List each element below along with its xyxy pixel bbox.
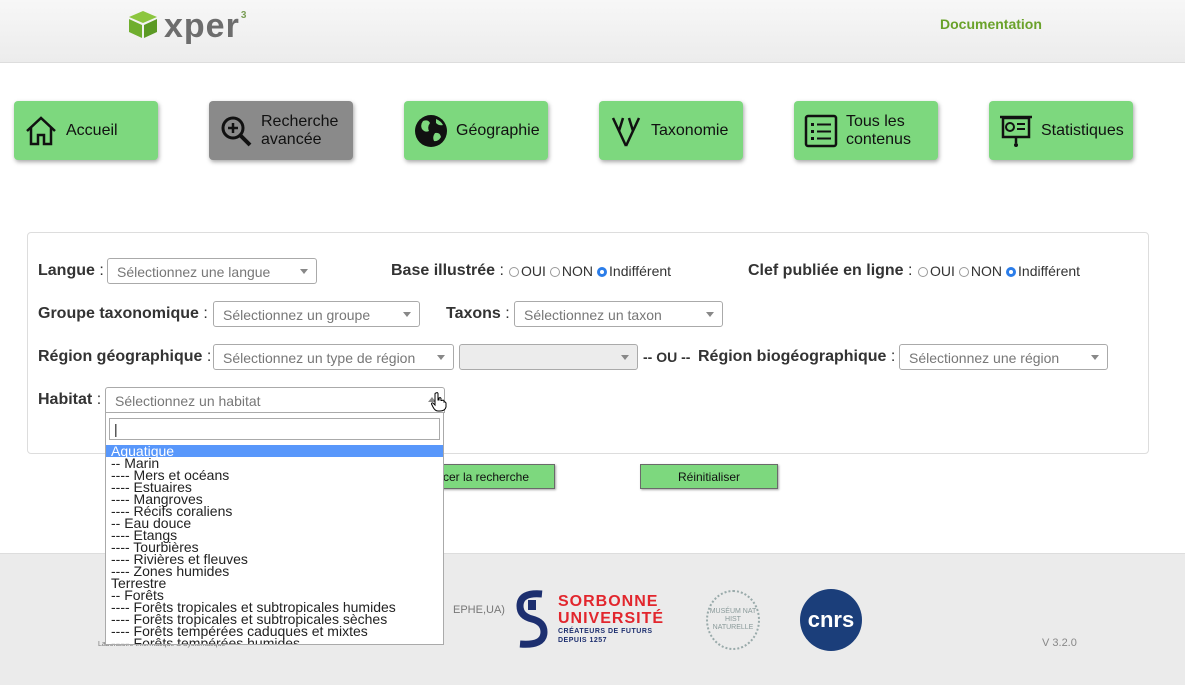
clef-oui-radio[interactable] <box>918 267 928 277</box>
museum-logo[interactable]: MUSÉUM NAT HIST NATURELLE <box>706 590 760 650</box>
presentation-chart-icon <box>997 112 1035 150</box>
region-value-select[interactable] <box>459 344 638 370</box>
clef-publiee-label: Clef publiée en ligne : <box>748 262 913 279</box>
chevron-down-icon <box>706 312 714 317</box>
nav-recherche-avancee-button[interactable]: Recherche avancée <box>209 101 353 160</box>
hand-cursor-icon <box>431 392 447 412</box>
nav-label: Statistiques <box>1041 121 1124 139</box>
nav-label: Géographie <box>456 121 540 139</box>
sorbonne-logo[interactable]: SORBONNE UNIVERSITÉ CRÉATEURS DE FUTURS … <box>512 588 664 650</box>
langue-select[interactable]: Sélectionnez une langue <box>107 258 317 284</box>
habitat-option[interactable]: ---- Forêts tempérées humides <box>106 636 443 644</box>
clef-indifferent-radio[interactable] <box>1006 267 1017 277</box>
clef-non-radio[interactable] <box>958 267 969 277</box>
sorbonne-tagline2: DEPUIS 1257 <box>558 637 608 644</box>
nav-statistiques-button[interactable]: Statistiques <box>989 101 1133 160</box>
xper-leaf-icon <box>129 11 157 38</box>
region-type-select[interactable]: Sélectionnez un type de région <box>213 344 454 370</box>
habitat-search-input[interactable]: | <box>109 418 440 440</box>
cnrs-logo[interactable]: cnrs <box>800 589 862 651</box>
taxons-select[interactable]: Sélectionnez un taxon <box>514 301 723 327</box>
taxons-label: Taxons : <box>446 305 510 322</box>
langue-label: Langue : <box>38 262 104 279</box>
taxonomy-tree-icon <box>607 112 645 150</box>
chevron-down-icon <box>403 312 411 317</box>
groupe-taxonomique-label: Groupe taxonomique : <box>38 305 208 322</box>
xper-logo[interactable]: xper 3 <box>126 8 246 48</box>
region-biogeographique-select[interactable]: Sélectionnez une région <box>899 344 1108 370</box>
nav-label: Accueil <box>66 121 118 139</box>
globe-icon <box>412 112 450 150</box>
home-icon <box>22 112 60 150</box>
nav-geographie-button[interactable]: Géographie <box>404 101 548 160</box>
nav-accueil-button[interactable]: Accueil <box>14 101 158 160</box>
chevron-down-icon <box>300 269 308 274</box>
sorbonne-line1: SORBONNE <box>558 593 659 610</box>
habitat-dropdown: | Aquatique -- Marin ---- Mers et océans --… <box>105 412 444 645</box>
nav-label: Tous les contenus <box>846 112 911 148</box>
clef-publiee-radios: OUI NON Indifférent <box>914 263 1080 279</box>
base-illustree-radios: OUI NON Indifférent <box>505 263 671 279</box>
sorbonne-tagline1: CRÉATEURS DE FUTURS <box>558 628 653 635</box>
nav-taxonomie-button[interactable]: Taxonomie <box>599 101 743 160</box>
region-geographique-label: Région géographique : <box>38 348 212 365</box>
base-indifferent-radio[interactable] <box>597 267 608 277</box>
logo-superscript: 3 <box>240 10 247 21</box>
nav-label: Taxonomie <box>651 121 729 139</box>
sorbonne-emblem-icon <box>516 590 548 648</box>
region-biogeographique-label: Région biogéographique : <box>698 348 896 365</box>
base-oui-radio[interactable] <box>509 267 519 277</box>
or-separator: -- OU -- <box>643 349 691 365</box>
chevron-down-icon <box>1091 355 1099 360</box>
nav-label: Recherche avancée <box>261 112 339 148</box>
habitat-select[interactable]: Sélectionnez un habitat <box>105 387 445 413</box>
version-label: V 3.2.0 <box>1042 637 1077 649</box>
logo-text: xper <box>164 7 240 45</box>
habitat-label: Habitat : <box>38 391 102 408</box>
chevron-down-icon <box>437 355 445 360</box>
chevron-down-icon <box>621 355 629 360</box>
search-plus-icon <box>217 112 255 150</box>
base-non-radio[interactable] <box>549 267 560 277</box>
groupe-taxonomique-select[interactable]: Sélectionnez un groupe <box>213 301 420 327</box>
top-header: xper 3 Documentation <box>0 0 1185 63</box>
nav-tous-les-contenus-button[interactable]: Tous les contenus <box>794 101 938 160</box>
documentation-link[interactable]: Documentation <box>940 16 1042 32</box>
partner-text: EPHE,UA) <box>453 604 505 616</box>
sorbonne-line2: UNIVERSITÉ <box>558 610 665 627</box>
reinitialiser-button[interactable]: Réinitialiser <box>640 464 778 489</box>
base-illustree-label: Base illustrée : <box>391 262 504 279</box>
list-icon <box>802 112 840 150</box>
habitat-options-list: Aquatique -- Marin ---- Mers et océans ----… <box>106 444 443 644</box>
